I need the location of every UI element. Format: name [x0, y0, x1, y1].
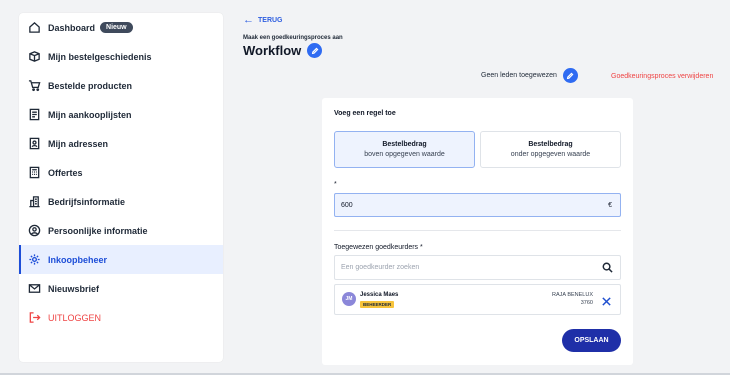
list-icon: [27, 108, 41, 122]
role-badge: BEHEERDER: [360, 301, 395, 308]
divider: [334, 230, 621, 231]
pencil-icon: [567, 72, 574, 79]
option-below-value[interactable]: Bestelbedrag onder opgegeven waarde: [480, 131, 621, 168]
sidebar-item-personal-info[interactable]: Persoonlijke informatie: [19, 216, 223, 245]
calculator-icon: [27, 166, 41, 180]
approver-search-input[interactable]: Een goedkeurder zoeken: [334, 255, 621, 280]
avatar: JM: [342, 292, 356, 306]
edit-members-button[interactable]: [562, 68, 578, 83]
save-button[interactable]: OPSLAAN: [562, 329, 621, 352]
sidebar-item-label: Mijn adressen: [48, 138, 109, 149]
search-icon: [602, 262, 613, 273]
option-title: Bestelbedrag: [382, 141, 427, 148]
sidebar-item-label: Inkoopbeheer: [48, 254, 108, 265]
amount-input[interactable]: 600 €: [334, 193, 621, 217]
company-name: RAJA BENELUX: [552, 292, 593, 298]
sidebar-item-label: Dashboard: [48, 22, 96, 33]
currency-symbol: €: [608, 201, 612, 209]
building-icon: [27, 195, 41, 209]
sidebar-item-dashboard[interactable]: Dashboard Nieuw: [19, 13, 223, 42]
arrow-left-icon: ←: [243, 14, 254, 26]
members-row: Geen leden toegewezen: [481, 68, 578, 83]
sidebar-item-label: Mijn aankooplijsten: [48, 109, 132, 120]
sidebar-item-label: Persoonlijke informatie: [48, 225, 148, 236]
sidebar-item-company-info[interactable]: Bedrijfsinformatie: [19, 187, 223, 216]
remove-approver-button[interactable]: [601, 294, 612, 306]
back-link[interactable]: ← TERUG: [243, 15, 283, 26]
approver-name: Jessica Maes: [360, 292, 399, 298]
approvers-label: Toegewezen goedkeurders *: [334, 244, 423, 251]
sidebar-item-ordered-products[interactable]: Bestelde producten: [19, 71, 223, 100]
new-badge: Nieuw: [100, 22, 133, 33]
home-icon: [27, 21, 41, 35]
delete-process-link[interactable]: Goedkeuringsproces verwijderen: [611, 73, 713, 80]
address-card-icon: [27, 137, 41, 151]
sidebar: Dashboard Nieuw Mijn bestelgeschiedenis …: [19, 13, 223, 362]
box-icon: [27, 50, 41, 64]
sidebar-item-order-history[interactable]: Mijn bestelgeschiedenis: [19, 42, 223, 71]
cart-icon: [27, 79, 41, 93]
option-subtitle: boven opgegeven waarde: [364, 151, 445, 158]
back-label: TERUG: [258, 17, 283, 24]
approver-card: JM Jessica Maes BEHEERDER RAJA BENELUX 3…: [334, 284, 621, 315]
approver-company: RAJA BENELUX 3760: [552, 291, 593, 307]
sidebar-item-label: Bedrijfsinformatie: [48, 196, 126, 207]
logout-icon: [27, 311, 41, 325]
card-title: Voeg een regel toe: [334, 110, 396, 117]
page-title: Workflow: [243, 43, 302, 58]
user-circle-icon: [27, 224, 41, 238]
sidebar-item-label: UITLOGGEN: [48, 312, 102, 323]
option-title: Bestelbedrag: [528, 141, 573, 148]
members-text: Geen leden toegewezen: [481, 72, 557, 79]
sidebar-item-purchase-lists[interactable]: Mijn aankooplijsten: [19, 100, 223, 129]
sidebar-item-label: Bestelde producten: [48, 80, 133, 91]
rule-card: Voeg een regel toe Bestelbedrag boven op…: [322, 98, 633, 365]
close-icon: [602, 297, 611, 306]
sidebar-item-addresses[interactable]: Mijn adressen: [19, 129, 223, 158]
pencil-icon: [311, 47, 319, 54]
sidebar-item-purchase-management[interactable]: Inkoopbeheer: [19, 245, 223, 274]
company-code: 3760: [580, 300, 593, 306]
sidebar-item-quotes[interactable]: Offertes: [19, 158, 223, 187]
sidebar-item-label: Mijn bestelgeschiedenis: [48, 51, 152, 62]
amount-label: *: [334, 181, 337, 188]
edit-title-button[interactable]: [307, 43, 323, 58]
sidebar-item-label: Nieuwsbrief: [48, 283, 100, 294]
amount-value: 600: [341, 201, 353, 209]
gear-icon: [27, 253, 41, 267]
search-placeholder: Een goedkeurder zoeken: [341, 264, 420, 271]
option-above-value[interactable]: Bestelbedrag boven opgegeven waarde: [334, 131, 475, 168]
sidebar-item-label: Offertes: [48, 167, 83, 178]
page-subtitle: Maak een goedkeuringsproces aan: [243, 35, 343, 41]
title-row: Workflow: [243, 43, 323, 58]
sidebar-item-logout[interactable]: UITLOGGEN: [19, 303, 223, 332]
sidebar-item-newsletter[interactable]: Nieuwsbrief: [19, 274, 223, 303]
option-subtitle: onder opgegeven waarde: [510, 151, 591, 158]
mail-icon: [27, 282, 41, 296]
